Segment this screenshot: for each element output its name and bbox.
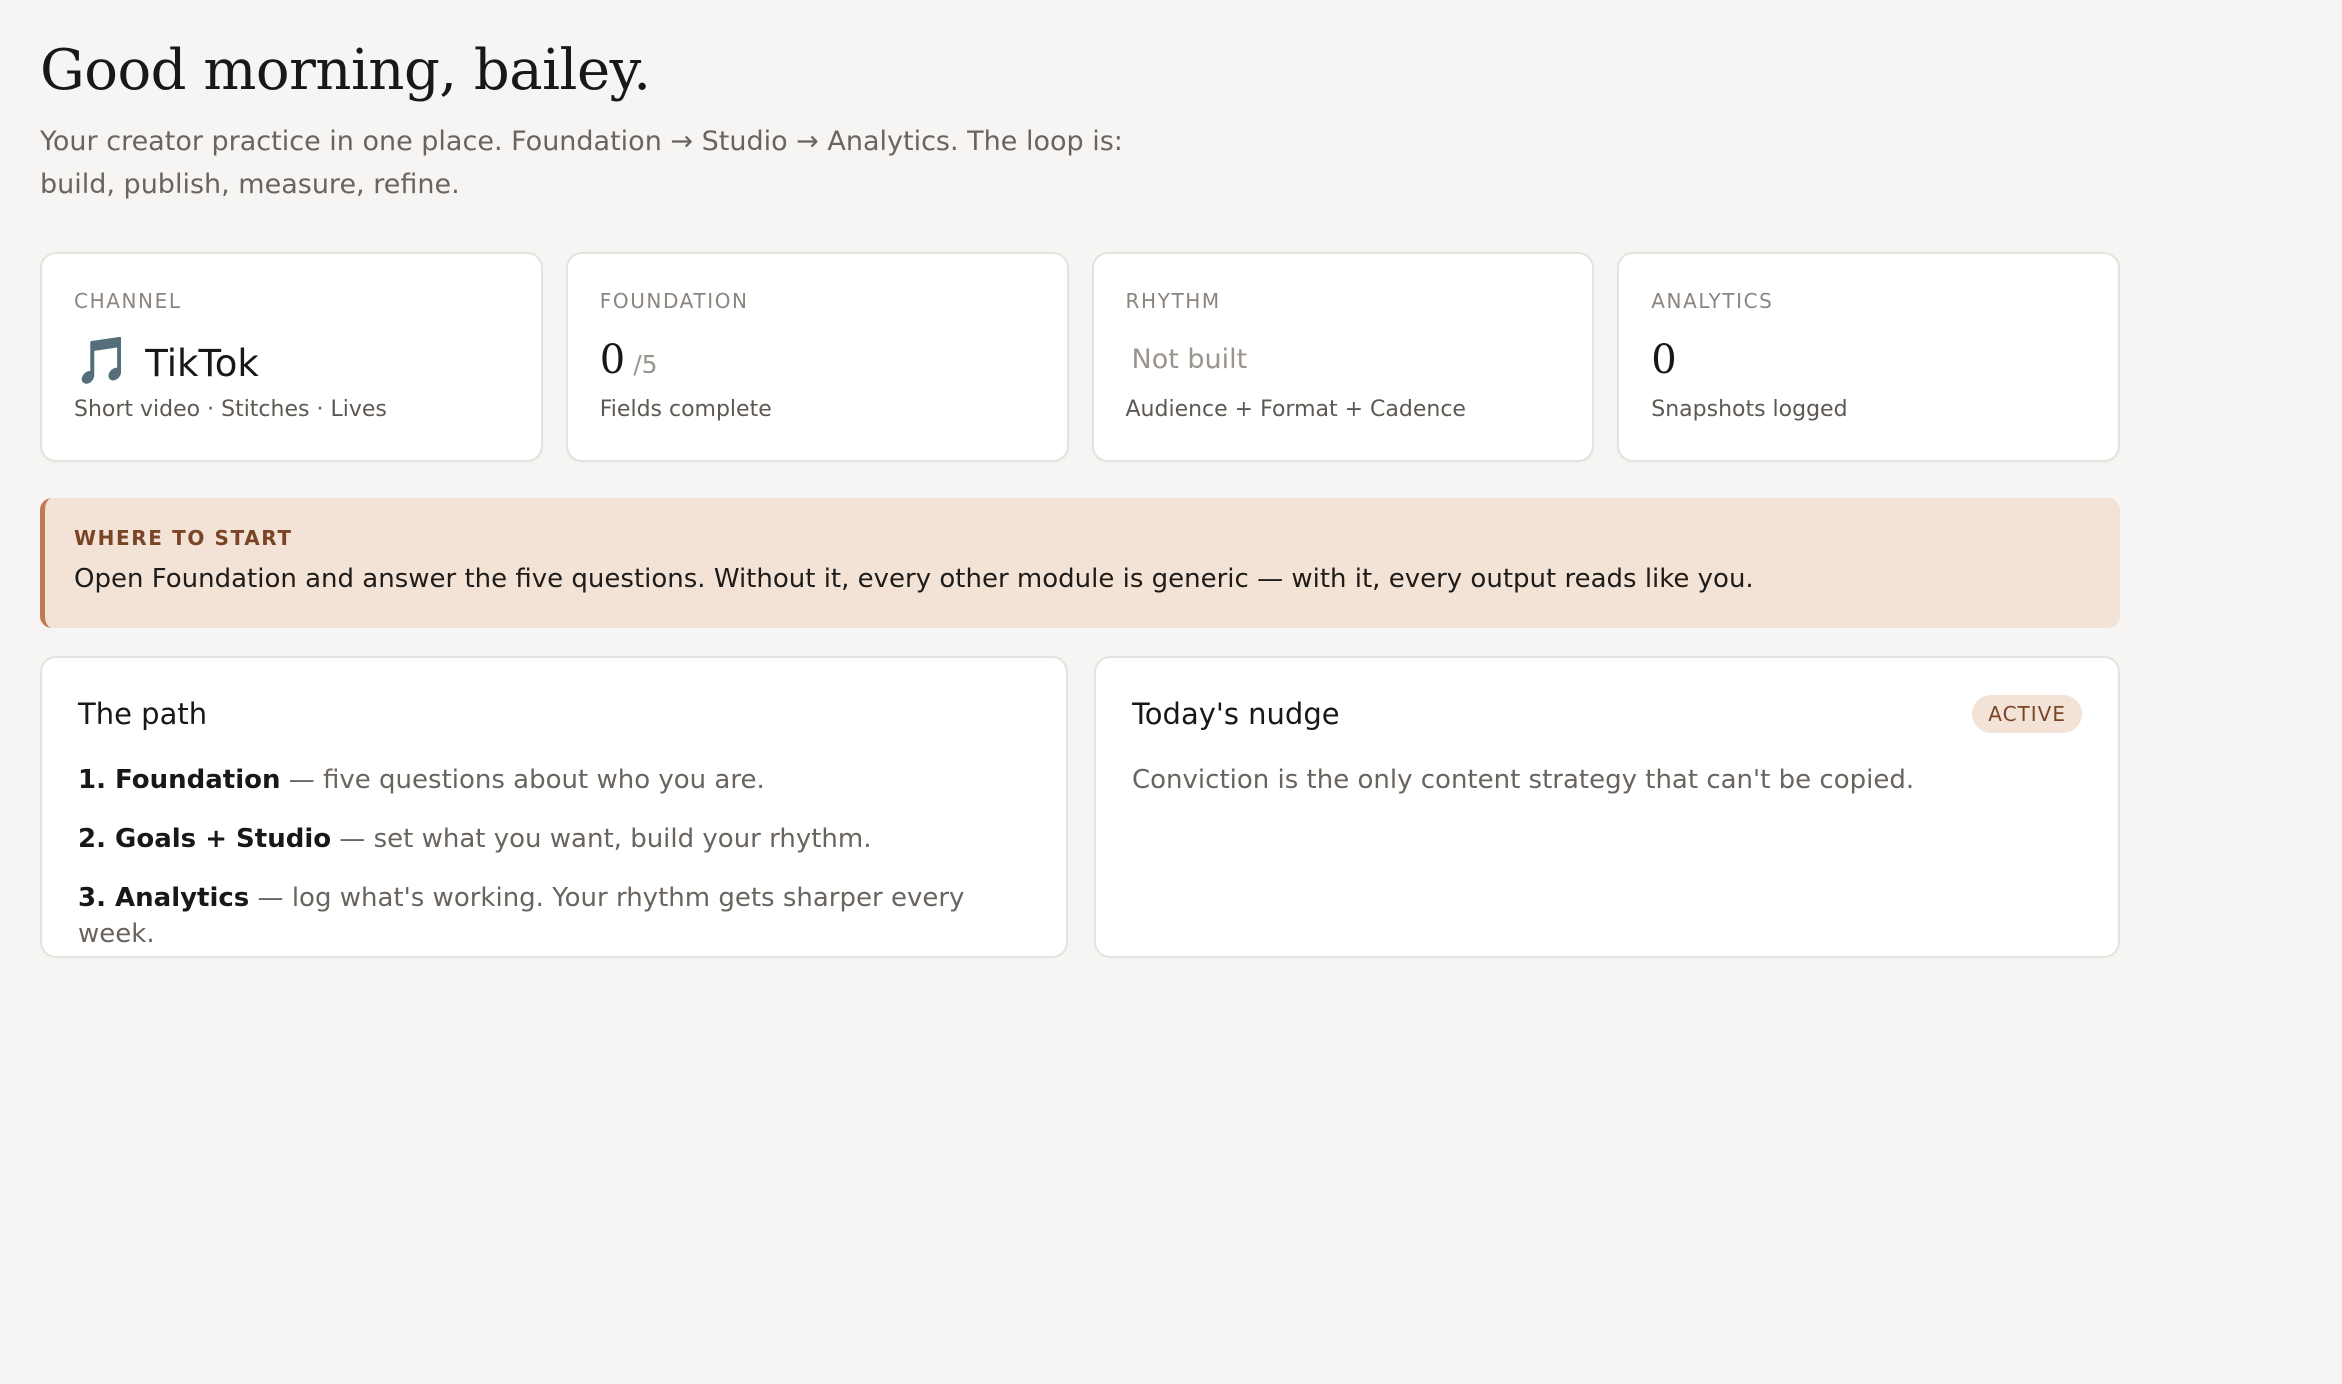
list-item: 3. Analytics — log what's working. Your … [78,880,1030,952]
callout-text: Open Foundation and answer the five ques… [74,564,1754,594]
panel-title: The path [78,697,208,731]
stat-card-analytics[interactable]: ANALYTICS 0 Snapshots logged [1617,252,2120,462]
music-note-icon: 🎵 [74,333,132,387]
path-step-title: 1. Foundation [78,765,281,795]
path-step-description: — five questions about who you are. [280,765,765,795]
list-item: 2. Goals + Studio — set what you want, b… [78,821,1030,857]
nudge-text: Conviction is the only content strategy … [1132,765,1915,795]
stat-caption: Audience + Format + Cadence [1125,397,1466,422]
path-list: 1. Foundation — five questions about who… [78,762,1030,952]
analytics-count: 0 [1651,337,1677,383]
stat-value-row: 0 [1651,334,2086,386]
panel-header: Today's nudge ACTIVE [1132,694,2082,734]
stat-value-row: 🎵 TikTok [74,334,509,386]
path-step-title: 3. Analytics [78,883,250,913]
page-subtitle: Your creator practice in one place. Foun… [40,126,1123,200]
path-panel: The path 1. Foundation — five questions … [40,656,1068,958]
bottom-panels: The path 1. Foundation — five questions … [40,656,2120,958]
path-step-description: — set what you want, build your rhythm. [331,824,872,854]
list-item: 1. Foundation — five questions about who… [78,762,1030,798]
stat-label: ANALYTICS [1651,289,1774,313]
channel-name: TikTok [145,342,259,385]
stat-card-foundation[interactable]: FOUNDATION 0 /5 Fields complete [565,252,1069,462]
stat-label: CHANNEL [74,289,182,313]
stat-label: FOUNDATION [599,289,749,313]
stat-label: RHYTHM [1125,289,1221,313]
rhythm-status: Not built [1131,344,1248,375]
stat-caption: Fields complete [599,397,772,422]
page-title: Good morning, bailey. [40,38,651,103]
nudge-panel: Today's nudge ACTIVE Conviction is the o… [1094,656,2120,958]
stat-caption: Short video · Stitches · Lives [74,397,387,422]
stat-card-rhythm[interactable]: RHYTHM Not built Audience + Format + Cad… [1091,252,1595,462]
panel-header: The path [78,694,1030,734]
stat-card-channel[interactable]: CHANNEL 🎵 TikTok Short video · Stitches … [40,252,543,462]
panel-title: Today's nudge [1132,697,1340,731]
foundation-total: /5 [633,350,658,379]
dashboard-page: Good morning, bailey. Your creator pract… [0,0,2342,958]
foundation-count: 0 [599,337,626,383]
stats-row: CHANNEL 🎵 TikTok Short video · Stitches … [40,252,2120,462]
stat-caption: Snapshots logged [1651,397,1848,422]
path-step-title: 2. Goals + Studio [78,824,332,854]
where-to-start-callout: WHERE TO START Open Foundation and answe… [40,498,2120,628]
stat-value-row: 0 /5 [600,334,1035,386]
status-badge: ACTIVE [1972,695,2082,733]
stat-value-row: Not built [1126,334,1561,386]
callout-label: WHERE TO START [74,526,293,550]
